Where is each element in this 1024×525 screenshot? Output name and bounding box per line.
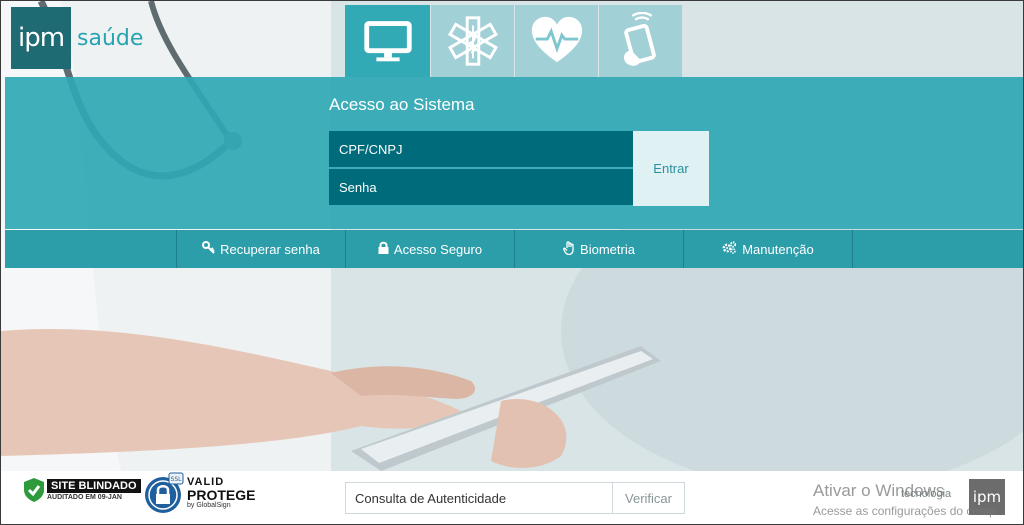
verify-button[interactable]: Verificar — [612, 483, 684, 513]
biometrics-link[interactable]: Biometria — [514, 230, 683, 268]
mobile-signal-icon — [623, 12, 656, 66]
maintenance-label: Manutenção — [742, 241, 814, 257]
quick-links-bar: Recuperar senha Acesso Seguro Biometria … — [5, 230, 1023, 268]
footer: SITE BLINDADO AUDITADO EM 09-JAN SSL VAL… — [1, 471, 1023, 524]
ssl-label: SSL — [171, 476, 183, 483]
cpf-cnpj-input[interactable] — [329, 131, 633, 167]
seal-blindado-text: SITE BLINDADO — [47, 479, 141, 493]
monitor-icon — [363, 21, 412, 62]
heart-pulse-icon — [531, 16, 582, 63]
key-icon — [202, 241, 215, 257]
ssl-lock-icon: SSL — [145, 472, 184, 513]
top-tabs — [345, 5, 683, 77]
seal-blindado-sub: AUDITADO EM 09-JAN — [47, 494, 122, 501]
secure-access-link[interactable]: Acesso Seguro — [345, 230, 514, 268]
recover-password-link[interactable]: Recuperar senha — [176, 230, 345, 268]
hand-icon — [563, 240, 575, 258]
logo-text: saúde — [77, 25, 144, 51]
authenticity-input[interactable] — [346, 483, 612, 513]
site-blindado-seal[interactable]: SITE BLINDADO AUDITADO EM 09-JAN — [23, 477, 141, 503]
authenticity-check: Verificar — [345, 482, 685, 514]
tab-system-access[interactable] — [345, 5, 430, 77]
ipm-mini-logo[interactable]: ipm — [969, 479, 1005, 515]
shield-check-icon — [24, 478, 44, 502]
maintenance-link[interactable]: Manutenção — [683, 230, 853, 268]
tab-health[interactable] — [515, 5, 598, 77]
tab-medical[interactable] — [431, 5, 514, 77]
recover-password-label: Recuperar senha — [220, 241, 320, 257]
biometrics-label: Biometria — [580, 241, 635, 257]
login-title: Acesso ao Sistema — [329, 95, 475, 114]
enter-button[interactable]: Entrar — [633, 131, 709, 206]
login-form: Entrar — [329, 131, 709, 206]
tecnologia-label: tecnologia — [901, 488, 952, 500]
login-panel: Acesso ao Sistema Entrar — [5, 77, 1023, 229]
ipm-saude-logo[interactable]: ipm saúde — [11, 7, 143, 69]
page: ipm saúde Acesso ao Sistema CPF/CNPJ Ent… — [0, 0, 1024, 525]
lock-icon — [378, 241, 389, 257]
logo-mark: ipm — [11, 7, 71, 69]
valid-protege-seal[interactable]: SSL VALID PROTEGE by GlobalSign — [141, 471, 255, 515]
secure-access-label: Acesso Seguro — [393, 241, 483, 257]
globalsign-label: by GlobalSign — [187, 502, 231, 509]
medical-star-icon — [447, 16, 498, 66]
tab-mobile[interactable] — [599, 5, 682, 77]
protege-label: PROTEGE — [187, 487, 256, 503]
password-input[interactable] — [329, 169, 633, 205]
gears-icon — [722, 241, 737, 257]
